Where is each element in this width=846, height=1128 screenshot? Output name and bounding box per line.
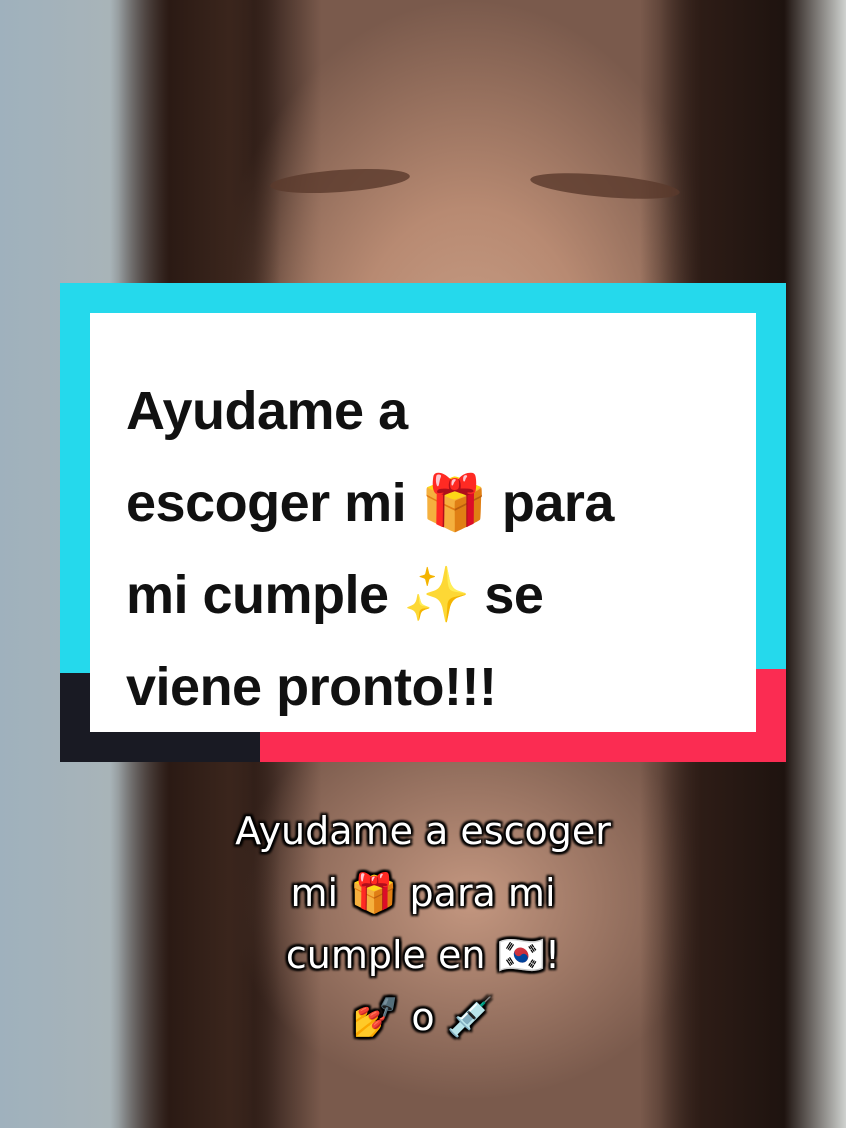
video-caption: Ayudame a escoger mi 🎁 para mi cumple en… [0,800,846,1048]
caption-line: mi 🎁 para mi [290,871,556,915]
title-card: Ayudame a escoger mi 🎁 para mi cumple ✨ … [60,283,786,762]
caption-line: 💅 o 💉 [351,995,495,1039]
caption-line: Ayudame a escoger [235,809,611,853]
card-red-frame-edge [756,669,786,762]
title-line: viene pronto!!! [126,657,497,717]
title-text: Ayudame a escoger mi 🎁 para mi cumple ✨ … [126,365,736,733]
title-line: mi cumple ✨ se [126,565,544,625]
card-panel: Ayudame a escoger mi 🎁 para mi cumple ✨ … [90,313,756,732]
caption-line: cumple en 🇰🇷! [285,933,561,977]
title-line: escoger mi 🎁 para [126,473,614,533]
title-line: Ayudame a [126,381,408,441]
